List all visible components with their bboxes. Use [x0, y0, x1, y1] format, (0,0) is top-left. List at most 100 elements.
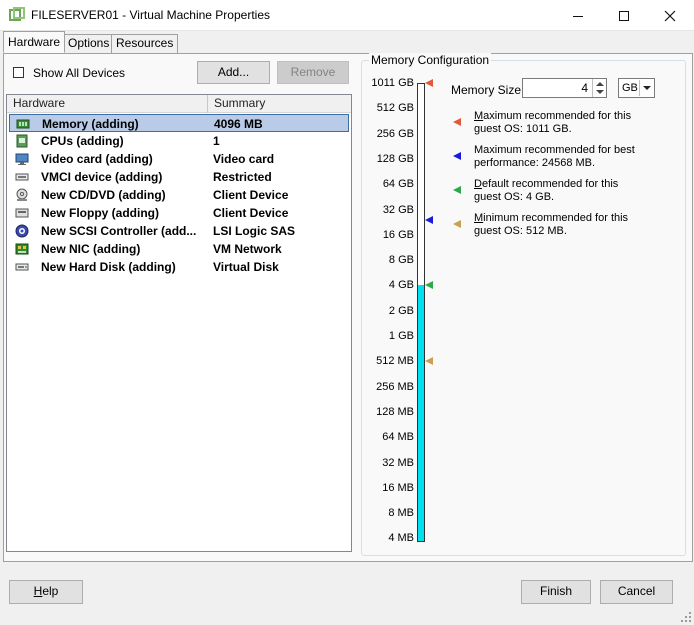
hardware-row[interactable]: CPUs (adding) 1: [9, 132, 349, 150]
hardware-row-name: New Hard Disk (adding): [41, 260, 176, 274]
recommendation-marker-icon: [425, 281, 433, 290]
hardware-row-summary: VM Network: [213, 242, 282, 256]
hardware-row-summary: Restricted: [213, 170, 272, 184]
show-all-devices-label[interactable]: Show All Devices: [33, 66, 125, 80]
show-all-devices-checkbox[interactable]: [13, 67, 24, 78]
legend-marker-icon: [453, 118, 461, 126]
memory-scale-label: 16 MB: [382, 481, 414, 494]
memory-scale-label: 64 MB: [382, 431, 414, 444]
memory-legend-text[interactable]: Maximum recommended for best performance:…: [474, 144, 674, 170]
minimize-icon: [573, 15, 583, 17]
memory-slider-fill: [418, 285, 424, 541]
memory-scale-label: 8 MB: [388, 507, 414, 520]
hardware-row-name: VMCI device (adding): [41, 170, 163, 184]
legend-line1-wrap: Default recommended for this: [474, 178, 674, 191]
memory-legend-text[interactable]: Maximum recommended for this guest OS: 10…: [474, 110, 674, 136]
hardware-row-name: New CD/DVD (adding): [41, 188, 166, 202]
window-title: FILESERVER01 - Virtual Machine Propertie…: [31, 8, 270, 22]
memory-scale-label: 4 GB: [388, 279, 414, 292]
memory-scale-label: 16 GB: [382, 228, 414, 241]
cancel-button[interactable]: Cancel: [600, 580, 673, 604]
help-rest: elp: [42, 584, 59, 598]
hardware-row-summary: Virtual Disk: [213, 260, 279, 274]
spin-up-icon[interactable]: [596, 82, 604, 86]
maximize-icon: [619, 11, 629, 22]
hardware-row[interactable]: New SCSI Controller (add... LSI Logic SAS: [9, 222, 349, 240]
minimize-button[interactable]: [555, 0, 601, 31]
hardware-row-summary: Client Device: [213, 206, 289, 220]
legend-marker-icon: [453, 186, 461, 194]
column-header-summary[interactable]: Summary: [208, 95, 351, 113]
hardware-row[interactable]: New CD/DVD (adding) Client Device: [9, 186, 349, 204]
hardware-row[interactable]: New Floppy (adding) Client Device: [9, 204, 349, 222]
maximize-button[interactable]: [601, 0, 647, 31]
memory-configuration-title: Memory Configuration: [369, 53, 492, 67]
tab-options[interactable]: Options: [63, 34, 115, 53]
legend-marker-icon: [453, 152, 461, 160]
memory-unit-value: GB: [622, 82, 638, 94]
memory-scale-label: 32 GB: [382, 203, 414, 216]
memory-scale-label: 1011 GB: [371, 77, 414, 89]
legend-line1-wrap: Maximum recommended for best: [474, 144, 674, 157]
spin-down-icon[interactable]: [596, 90, 604, 94]
hardware-row[interactable]: New Hard Disk (adding) Virtual Disk: [9, 258, 349, 276]
hardware-row[interactable]: VMCI device (adding) Restricted: [9, 168, 349, 186]
vmci-device-icon: [15, 173, 29, 181]
memory-size-spinner[interactable]: [592, 79, 606, 97]
memory-scale-label: 2 GB: [388, 304, 414, 317]
vsphere-app-icon: [9, 7, 25, 21]
hardware-row-name: New NIC (adding): [41, 242, 141, 256]
hardware-row-summary: Video card: [213, 152, 275, 166]
legend-line2: performance: 24568 MB.: [474, 157, 596, 169]
memory-scale-label: 8 GB: [388, 254, 414, 267]
memory-legend-text[interactable]: Default recommended for this guest OS: 4 …: [474, 178, 674, 204]
hardware-row-name: CPUs (adding): [41, 134, 124, 148]
memory-icon: [16, 119, 30, 129]
network-card-icon: [15, 243, 29, 255]
hardware-row-summary: 4096 MB: [214, 117, 263, 131]
memory-scale-label: 1 GB: [388, 330, 414, 342]
column-header-hardware[interactable]: Hardware: [7, 95, 208, 113]
tab-hardware[interactable]: Hardware: [3, 31, 66, 53]
hardware-row[interactable]: Video card (adding) Video card: [9, 150, 349, 168]
legend-line1-wrap: Maximum recommended for this: [474, 110, 674, 123]
memory-scale-label: 128 MB: [376, 405, 414, 418]
memory-scale-label: 4 MB: [388, 532, 414, 545]
title-bar: FILESERVER01 - Virtual Machine Propertie…: [0, 0, 694, 31]
resize-grip-icon[interactable]: [680, 611, 692, 623]
cpu-icon: [16, 134, 28, 148]
memory-unit-select[interactable]: GB: [618, 78, 655, 98]
memory-scale-label: 64 GB: [382, 178, 414, 191]
tab-resources[interactable]: Resources: [111, 34, 179, 53]
legend-marker-icon: [453, 220, 461, 228]
legend-line1: Maximum recommended for best: [474, 144, 635, 156]
hardware-row[interactable]: Memory (adding) 4096 MB: [9, 114, 349, 132]
recommendation-marker-icon: [425, 215, 433, 224]
memory-scale-label: 128 GB: [376, 152, 414, 165]
memory-legend-text[interactable]: Minimum recommended for this guest OS: 51…: [474, 212, 674, 238]
scsi-controller-icon: [15, 224, 29, 238]
hardware-row-name: New SCSI Controller (add...: [41, 224, 197, 238]
memory-scale-label: 512 GB: [376, 102, 414, 115]
memory-size-label: Memory Size:: [451, 83, 525, 97]
hardware-list-header: Hardware Summary: [7, 95, 351, 113]
legend-line2: guest OS: 4 GB.: [474, 191, 555, 203]
legend-line1-rest: efault recommended for this: [481, 178, 619, 190]
legend-line1-wrap: Minimum recommended for this: [474, 212, 674, 225]
memory-scale-label: 256 MB: [376, 380, 414, 393]
add-button[interactable]: Add...: [197, 61, 270, 84]
close-icon: [664, 10, 676, 22]
hardware-row-name: Video card (adding): [41, 152, 153, 166]
hardware-row-name: New Floppy (adding): [41, 206, 159, 220]
help-button[interactable]: Help: [9, 580, 83, 604]
finish-button[interactable]: Finish: [521, 580, 591, 604]
recommendation-marker-icon: [425, 357, 433, 366]
legend-line2: guest OS: 1011 GB.: [474, 123, 572, 135]
remove-button: Remove: [277, 61, 349, 84]
floppy-icon: [15, 208, 29, 218]
cd-dvd-icon: [16, 188, 28, 201]
hard-disk-icon: [15, 263, 29, 271]
hardware-row[interactable]: New NIC (adding) VM Network: [9, 240, 349, 258]
close-button[interactable]: [647, 0, 693, 31]
hardware-list[interactable]: Hardware Summary Memory (adding) 4096 MB C…: [6, 94, 352, 552]
